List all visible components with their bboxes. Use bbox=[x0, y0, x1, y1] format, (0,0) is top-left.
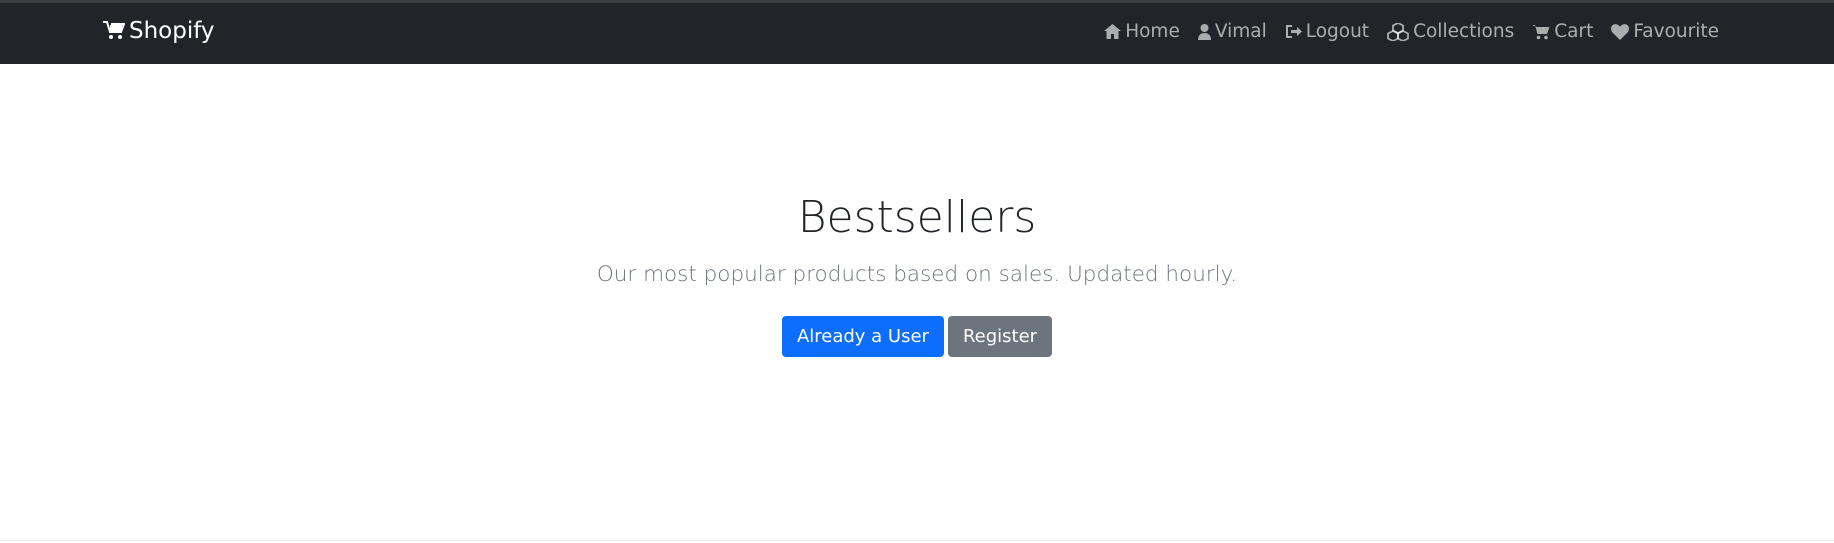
nav-item-favourite[interactable]: Favourite bbox=[1611, 21, 1719, 42]
nav-item-user[interactable]: Vimal bbox=[1197, 21, 1267, 42]
hero-buttons: Already a User Register bbox=[0, 316, 1834, 357]
page-subtitle: Our most popular products based on sales… bbox=[596, 262, 1238, 287]
nav-item-label: Collections bbox=[1413, 21, 1515, 42]
brand-link[interactable]: Shopify bbox=[103, 18, 215, 44]
brand-label: Shopify bbox=[129, 18, 215, 44]
user-icon bbox=[1197, 23, 1211, 40]
already-a-user-button[interactable]: Already a User bbox=[781, 316, 944, 357]
cart-arrow-icon bbox=[103, 21, 125, 39]
nav-item-label: Home bbox=[1125, 21, 1180, 42]
register-button[interactable]: Register bbox=[947, 316, 1053, 357]
cubes-icon bbox=[1387, 22, 1409, 41]
nav-item-label: Vimal bbox=[1214, 21, 1267, 42]
home-icon bbox=[1104, 24, 1122, 39]
nav-item-label: Logout bbox=[1305, 21, 1370, 42]
heart-icon bbox=[1611, 23, 1630, 40]
nav-links: Home Vimal Logout Collections Cart Favou… bbox=[1104, 21, 1719, 42]
hero-section: Bestsellers Our most popular products ba… bbox=[0, 64, 1834, 541]
page-title: Bestsellers bbox=[797, 192, 1037, 243]
nav-item-cart[interactable]: Cart bbox=[1532, 21, 1593, 42]
nav-item-home[interactable]: Home bbox=[1104, 21, 1180, 42]
divider bbox=[0, 540, 1834, 541]
sign-out-icon bbox=[1285, 25, 1302, 38]
nav-item-label: Favourite bbox=[1633, 21, 1719, 42]
cart-icon bbox=[1532, 24, 1550, 39]
nav-item-collections[interactable]: Collections bbox=[1387, 21, 1514, 42]
nav-item-logout[interactable]: Logout bbox=[1285, 21, 1369, 42]
nav-item-label: Cart bbox=[1554, 21, 1594, 42]
top-navbar: Shopify Home Vimal Logout Collections Ca… bbox=[0, 0, 1834, 64]
